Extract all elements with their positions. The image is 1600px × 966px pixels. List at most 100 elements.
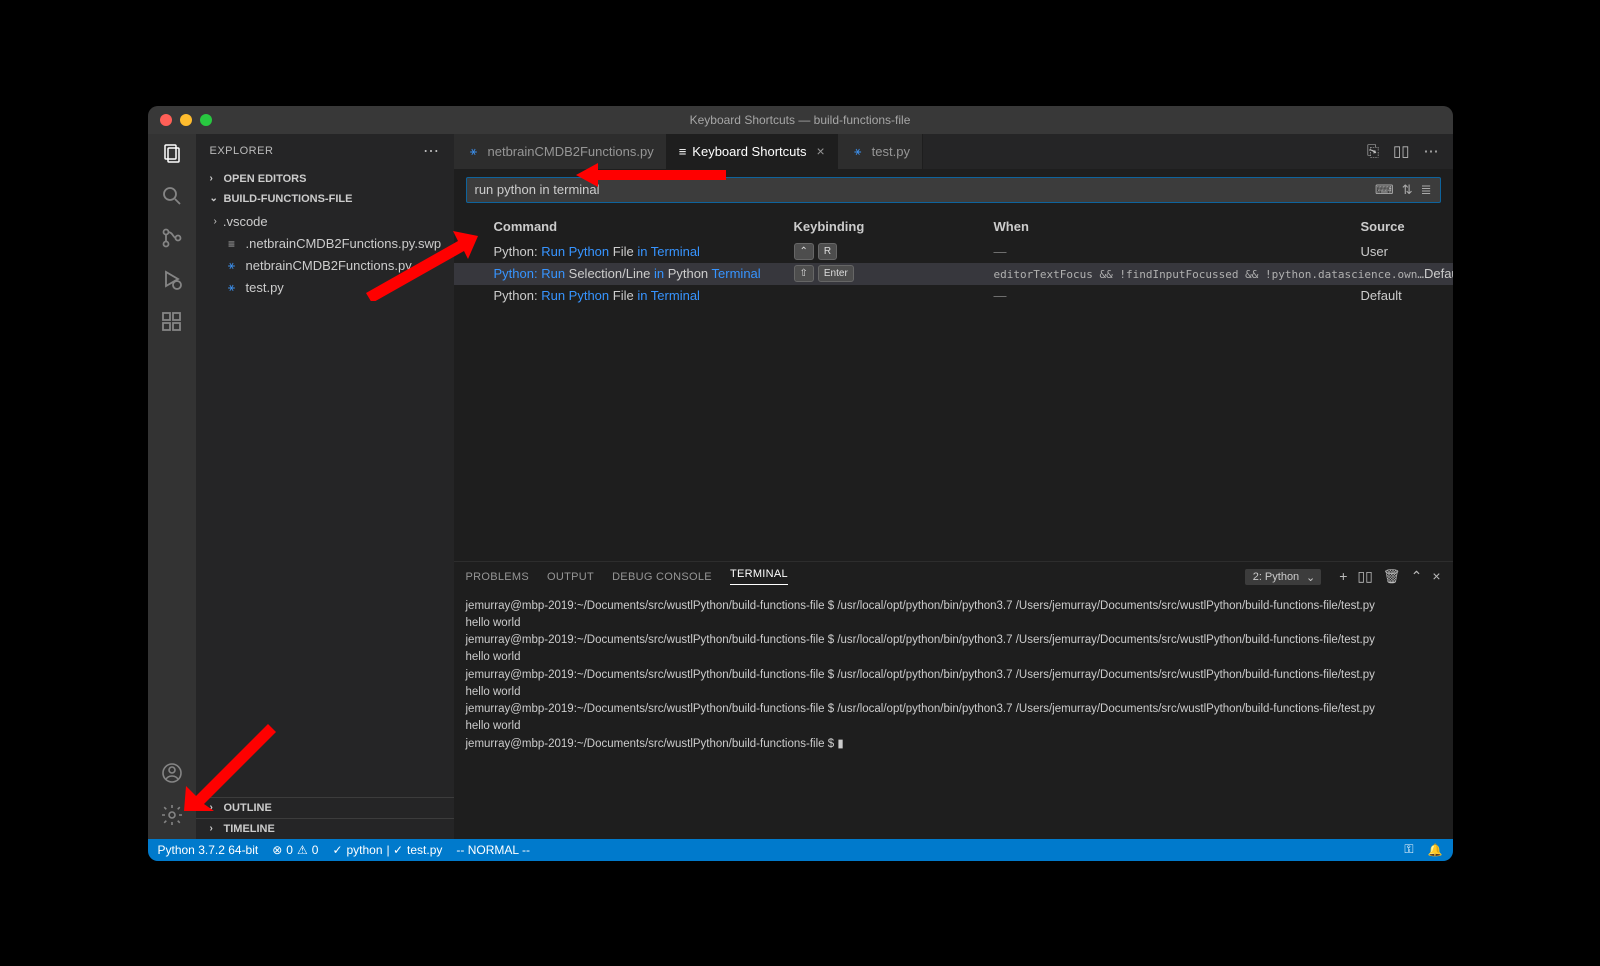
explorer-icon[interactable] — [160, 142, 184, 166]
python-version-label: Python 3.7.2 64-bit — [158, 843, 259, 857]
file-netbrain-py[interactable]: ⚹netbrainCMDB2Functions.py — [196, 255, 454, 277]
command-cell: Python: Run Python File in Terminal — [494, 288, 794, 303]
panel-tab-output[interactable]: OUTPUT — [547, 571, 594, 583]
sidebar-header: EXPLORER ⋯ — [196, 134, 454, 169]
status-python-version[interactable]: Python 3.7.2 64-bit — [158, 843, 259, 857]
sidebar-explorer: EXPLORER ⋯ ›OPEN EDITORS ⌄BUILD-FUNCTION… — [196, 134, 454, 839]
shortcut-search-input[interactable] — [467, 182, 1375, 197]
keybinding-cell: ⇧Enter — [794, 265, 994, 282]
keybinding-cell: ⌃R — [794, 243, 994, 260]
file-label: .netbrainCMDB2Functions.py.swp — [246, 236, 442, 251]
search-icon[interactable] — [160, 184, 184, 208]
tab-netbrain-py[interactable]: ⚹ netbrainCMDB2Functions.py — [454, 134, 667, 169]
results-header: Command Keybinding When Source — [454, 211, 1453, 241]
keybinding-row[interactable]: Python: Run Selection/Line in Python Ter… — [454, 263, 1453, 285]
file-label: test.py — [246, 280, 284, 295]
panel-tab-problems[interactable]: PROBLEMS — [466, 571, 530, 583]
minimize-window-button[interactable] — [180, 114, 192, 126]
filter-icon[interactable]: ≣ — [1421, 182, 1432, 198]
timeline-label: TIMELINE — [224, 823, 275, 835]
tab-label: netbrainCMDB2Functions.py — [488, 144, 654, 159]
close-window-button[interactable] — [160, 114, 172, 126]
column-keybinding[interactable]: Keybinding — [794, 219, 994, 234]
open-editors-label: OPEN EDITORS — [224, 173, 307, 185]
maximize-window-button[interactable] — [200, 114, 212, 126]
tab-keyboard-shortcuts[interactable]: ≡Keyboard Shortcuts× — [667, 134, 838, 169]
terminal-selector[interactable]: 2: Python ⌄ — [1245, 569, 1321, 585]
kill-terminal-icon[interactable]: 🗑 — [1383, 568, 1401, 585]
when-cell: — — [994, 288, 1361, 303]
keybinding-row[interactable]: Python: Run Python File in Terminal—Defa… — [454, 285, 1453, 307]
python-file-icon: ⚹ — [224, 280, 240, 296]
sidebar-title: EXPLORER — [210, 145, 274, 157]
traffic-lights — [148, 114, 212, 126]
keyboard-shortcuts-editor: ⌨ ⇅ ≣ Command Keybinding When Source Pyt… — [454, 169, 1453, 561]
feedback-icon[interactable]: ⚿ — [1404, 842, 1413, 857]
command-cell: Python: Run Python File in Terminal — [494, 244, 794, 259]
new-terminal-icon[interactable]: + — [1339, 568, 1347, 585]
root-folder-section[interactable]: ⌄BUILD-FUNCTIONS-FILE — [196, 189, 454, 209]
column-command[interactable]: Command — [494, 219, 794, 234]
split-terminal-icon[interactable]: ▯▯ — [1357, 568, 1372, 585]
open-editors-section[interactable]: ›OPEN EDITORS — [196, 169, 454, 189]
outline-label: OUTLINE — [224, 802, 272, 814]
command-cell: Python: Run Selection/Line in Python Ter… — [494, 266, 794, 281]
open-keybindings-json-icon[interactable]: ⎘ — [1367, 143, 1379, 160]
extensions-icon[interactable] — [160, 310, 184, 334]
key-badge: ⇧ — [794, 265, 814, 282]
when-cell: — — [994, 244, 1361, 259]
accounts-icon[interactable] — [160, 761, 184, 785]
root-folder-label: BUILD-FUNCTIONS-FILE — [224, 193, 353, 205]
window-title: Keyboard Shortcuts — build-functions-fil… — [690, 113, 911, 127]
column-source[interactable]: Source — [1361, 219, 1431, 234]
file-swp[interactable]: ≡.netbrainCMDB2Functions.py.swp — [196, 233, 454, 255]
sidebar-more-icon[interactable]: ⋯ — [423, 141, 440, 161]
terminal-line: jemurray@mbp-2019:~/Documents/src/wustlP… — [466, 736, 1441, 753]
outline-section[interactable]: ›OUTLINE — [196, 798, 454, 818]
error-icon: ⊗ — [272, 843, 282, 857]
split-editor-icon[interactable]: ▯▯ — [1393, 142, 1410, 160]
chevron-down-icon: ⌄ — [1306, 571, 1315, 584]
keybinding-icon: ≡ — [679, 144, 687, 159]
timeline-section[interactable]: ›TIMELINE — [196, 818, 454, 839]
tab-label: test.py — [872, 144, 910, 159]
python-file-icon: ⚹ — [466, 143, 482, 159]
source-control-icon[interactable] — [160, 226, 184, 250]
column-when[interactable]: When — [994, 219, 1361, 234]
terminal-line: hello world — [466, 684, 1441, 701]
maximize-panel-icon[interactable]: ⌃ — [1411, 568, 1423, 585]
terminal-body[interactable]: jemurray@mbp-2019:~/Documents/src/wustlP… — [454, 592, 1453, 839]
status-linter-python[interactable]: ✓ python | ✓ test.py — [332, 843, 442, 857]
close-icon[interactable]: × — [816, 143, 824, 159]
tab-test-py[interactable]: ⚹ test.py — [838, 134, 923, 169]
status-vim-mode[interactable]: -- NORMAL -- — [456, 843, 530, 857]
more-actions-icon[interactable]: ⋯ — [1424, 142, 1439, 160]
body-area: EXPLORER ⋯ ›OPEN EDITORS ⌄BUILD-FUNCTION… — [148, 134, 1453, 839]
terminal-line: jemurray@mbp-2019:~/Documents/src/wustlP… — [466, 667, 1441, 684]
gear-icon[interactable] — [160, 803, 184, 827]
file-test-py[interactable]: ⚹ test.py — [196, 277, 454, 299]
terminal-line: hello world — [466, 649, 1441, 666]
panel-tab-terminal[interactable]: TERMINAL — [730, 568, 788, 585]
run-debug-icon[interactable] — [160, 268, 184, 292]
key-badge: R — [818, 243, 837, 260]
python-file-icon: ⚹ — [224, 258, 240, 274]
linter-label: python — [347, 843, 383, 857]
keybinding-row[interactable]: Python: Run Python File in Terminal⌃R—Us… — [454, 241, 1453, 263]
key-badge: ⌃ — [794, 243, 814, 260]
record-keys-icon[interactable]: ⌨ — [1375, 182, 1394, 198]
terminal-line: hello world — [466, 615, 1441, 632]
panel-tab-debug[interactable]: DEBUG CONSOLE — [612, 571, 712, 583]
activity-bar — [148, 134, 196, 839]
python-file-icon: ⚹ — [850, 143, 866, 159]
notifications-icon[interactable]: 🔔 — [1428, 842, 1443, 857]
status-problems[interactable]: ⊗0⚠0 — [272, 843, 318, 857]
sort-precedence-icon[interactable]: ⇅ — [1402, 182, 1413, 198]
terminal-line: hello world — [466, 718, 1441, 735]
main-area: ⚹ netbrainCMDB2Functions.py ≡Keyboard Sho… — [454, 134, 1453, 839]
folder-vscode[interactable]: ›.vscode — [196, 211, 454, 233]
vscode-window: Keyboard Shortcuts — build-functions-fil… — [148, 106, 1453, 861]
shortcut-search-row: ⌨ ⇅ ≣ — [466, 177, 1441, 203]
close-panel-icon[interactable]: × — [1432, 568, 1440, 585]
terminal-line: jemurray@mbp-2019:~/Documents/src/wustlP… — [466, 598, 1441, 615]
